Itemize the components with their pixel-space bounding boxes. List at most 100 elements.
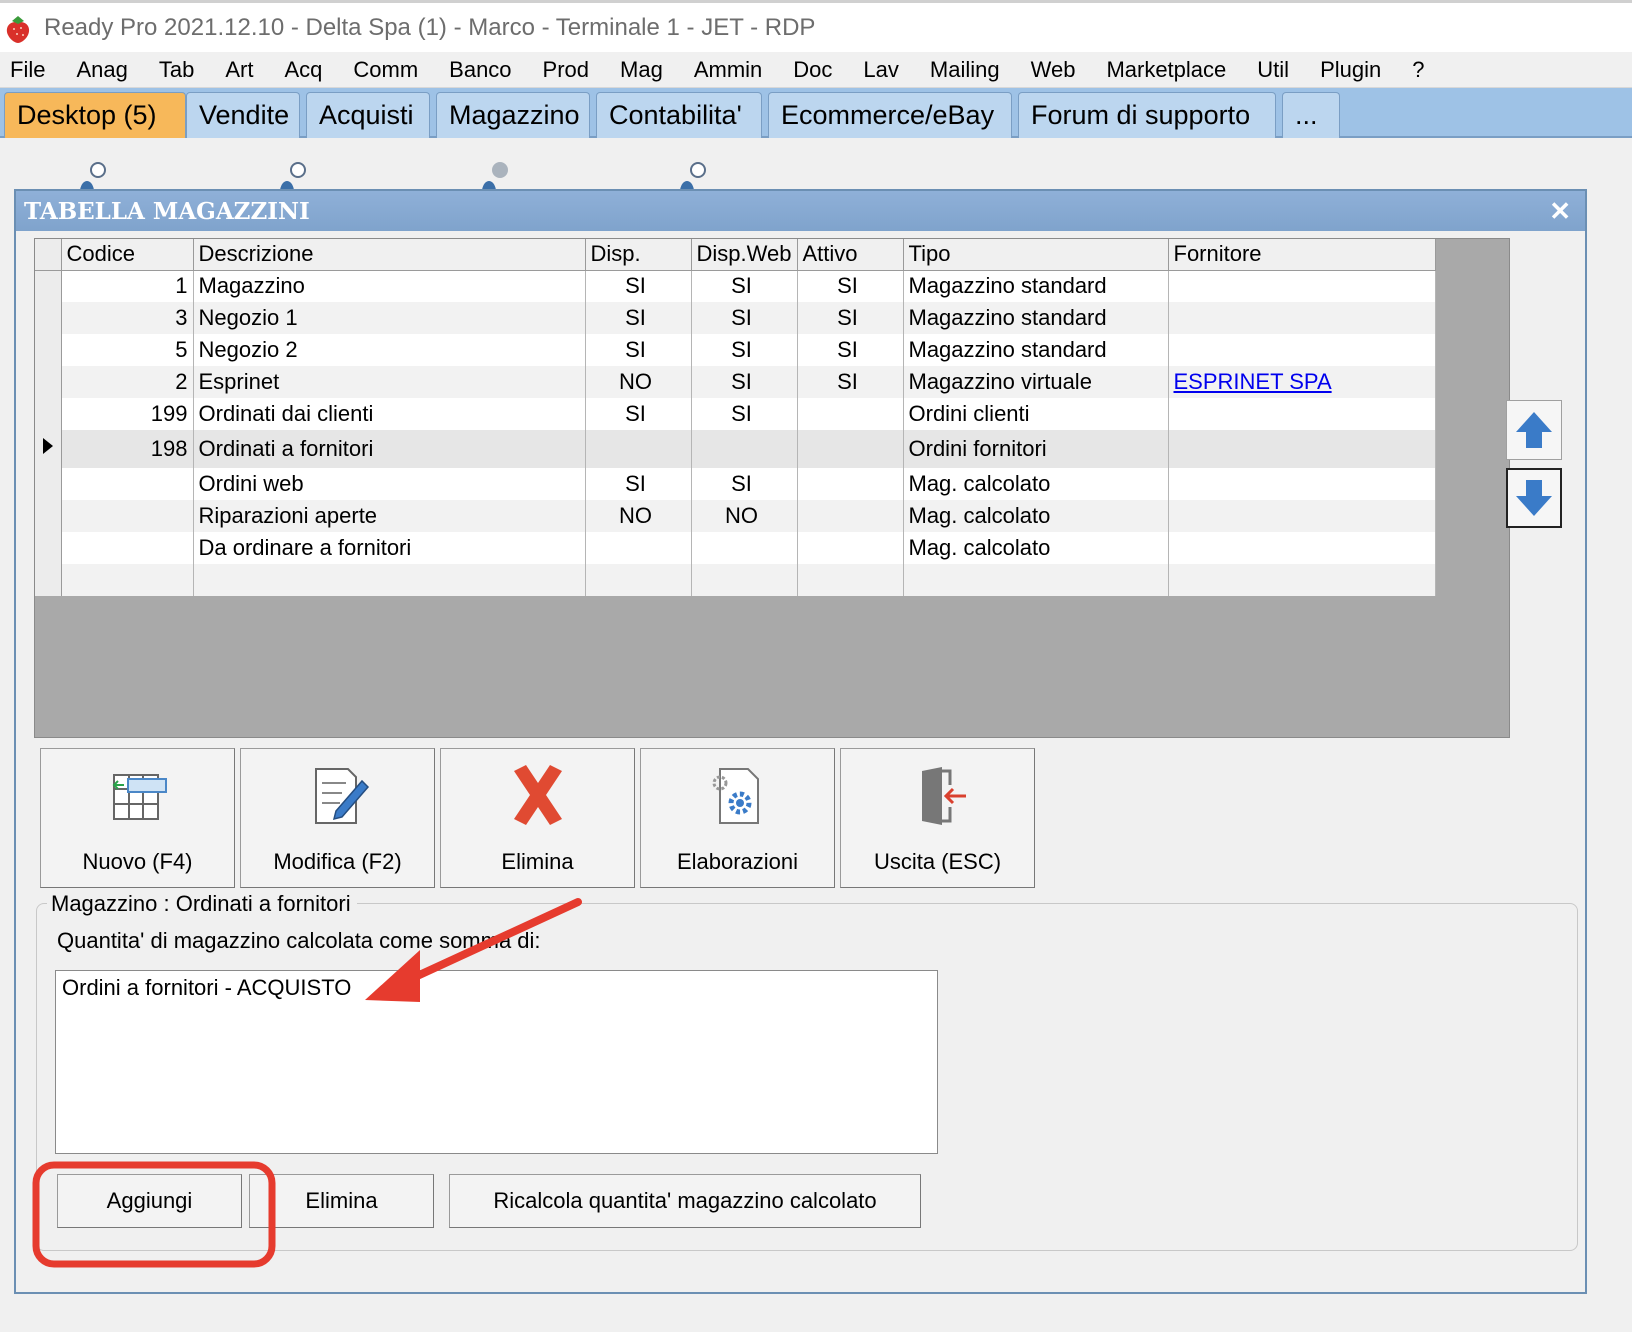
- cell-disp-web[interactable]: [691, 532, 798, 564]
- cell-disp-web[interactable]: SI: [691, 468, 798, 500]
- cell-attivo[interactable]: [797, 500, 904, 532]
- recalculate-button[interactable]: Ricalcola quantita' magazzino calcolato: [449, 1174, 921, 1228]
- cell-fornitore[interactable]: [1168, 500, 1436, 532]
- cell-descrizione[interactable]: Negozio 1: [193, 302, 586, 334]
- cell-fornitore[interactable]: [1168, 270, 1436, 302]
- cell-disp-web[interactable]: SI: [691, 334, 798, 366]
- cell-disp[interactable]: SI: [585, 398, 692, 430]
- remove-button[interactable]: Elimina: [249, 1174, 434, 1228]
- processing-button[interactable]: Elaborazioni: [640, 748, 835, 888]
- cell-disp[interactable]: [585, 430, 692, 468]
- menu-marketplace[interactable]: Marketplace: [1106, 57, 1226, 83]
- cell-tipo[interactable]: Mag. calcolato: [903, 468, 1169, 500]
- move-down-button[interactable]: [1506, 468, 1562, 528]
- supplier-link[interactable]: ESPRINET SPA: [1174, 369, 1332, 394]
- exit-button[interactable]: Uscita (ESC): [840, 748, 1035, 888]
- cell-descrizione[interactable]: Ordinati dai clienti: [193, 398, 586, 430]
- cell-attivo[interactable]: SI: [797, 302, 904, 334]
- cell-disp[interactable]: SI: [585, 334, 692, 366]
- row-indicator[interactable]: [35, 366, 62, 398]
- cell-empty[interactable]: [61, 564, 194, 596]
- cell-disp[interactable]: SI: [585, 270, 692, 302]
- column-header-codice[interactable]: Codice: [61, 239, 194, 271]
- cell-attivo[interactable]: [797, 532, 904, 564]
- user-icon[interactable]: [478, 160, 512, 190]
- table-row[interactable]: 1 Magazzino SI SI SI Magazzino standard: [35, 270, 1436, 302]
- delete-button[interactable]: Elimina: [440, 748, 635, 888]
- cell-disp-web[interactable]: SI: [691, 270, 798, 302]
- tab-more[interactable]: ...: [1282, 92, 1340, 138]
- cell-fornitore[interactable]: [1168, 398, 1436, 430]
- menu-art[interactable]: Art: [225, 57, 253, 83]
- cell-disp-web[interactable]: NO: [691, 500, 798, 532]
- tab-forum[interactable]: Forum di supporto: [1018, 92, 1276, 138]
- row-indicator[interactable]: [35, 334, 62, 366]
- menu-doc[interactable]: Doc: [793, 57, 832, 83]
- column-header-attivo[interactable]: Attivo: [797, 239, 904, 271]
- tab-vendite[interactable]: Vendite: [186, 92, 300, 138]
- cell-descrizione[interactable]: Negozio 2: [193, 334, 586, 366]
- row-indicator[interactable]: [35, 302, 62, 334]
- column-header-descrizione[interactable]: Descrizione: [193, 239, 586, 271]
- menu-util[interactable]: Util: [1257, 57, 1289, 83]
- cell-fornitore[interactable]: [1168, 334, 1436, 366]
- menu-lav[interactable]: Lav: [863, 57, 898, 83]
- cell-empty[interactable]: [193, 564, 586, 596]
- cell-attivo[interactable]: [797, 398, 904, 430]
- row-indicator-arrow-icon[interactable]: [35, 430, 62, 468]
- table-row[interactable]: 3 Negozio 1 SI SI SI Magazzino standard: [35, 302, 1436, 334]
- menu-web[interactable]: Web: [1031, 57, 1076, 83]
- list-item[interactable]: Ordini a fornitori - ACQUISTO: [62, 975, 931, 1001]
- row-indicator[interactable]: [35, 398, 62, 430]
- menu-acq[interactable]: Acq: [284, 57, 322, 83]
- menu-ammin[interactable]: Ammin: [694, 57, 762, 83]
- cell-disp[interactable]: SI: [585, 468, 692, 500]
- menu-file[interactable]: File: [10, 57, 45, 83]
- cell-attivo[interactable]: SI: [797, 366, 904, 398]
- cell-disp-web[interactable]: SI: [691, 366, 798, 398]
- table-row[interactable]: 5 Negozio 2 SI SI SI Magazzino standard: [35, 334, 1436, 366]
- add-button[interactable]: Aggiungi: [57, 1174, 242, 1228]
- cell-tipo[interactable]: Ordini fornitori: [903, 430, 1169, 468]
- cell-codice[interactable]: 1: [61, 270, 194, 302]
- row-indicator[interactable]: [35, 564, 62, 596]
- user-group-icon[interactable]: [78, 160, 112, 190]
- cell-tipo[interactable]: Mag. calcolato: [903, 532, 1169, 564]
- menu-prod[interactable]: Prod: [543, 57, 589, 83]
- table-row[interactable]: Da ordinare a fornitori Mag. calcolato: [35, 532, 1436, 564]
- row-indicator[interactable]: [35, 270, 62, 302]
- table-row[interactable]: 199 Ordinati dai clienti SI SI Ordini cl…: [35, 398, 1436, 430]
- menu-anag[interactable]: Anag: [76, 57, 127, 83]
- row-indicator[interactable]: [35, 468, 62, 500]
- cell-disp[interactable]: [585, 532, 692, 564]
- cell-attivo[interactable]: SI: [797, 270, 904, 302]
- cell-disp[interactable]: SI: [585, 302, 692, 334]
- tab-contabilita[interactable]: Contabilita': [596, 92, 762, 138]
- cell-tipo[interactable]: Mag. calcolato: [903, 500, 1169, 532]
- menu-tab[interactable]: Tab: [159, 57, 194, 83]
- column-header-tipo[interactable]: Tipo: [903, 239, 1169, 271]
- cell-attivo[interactable]: [797, 468, 904, 500]
- cell-empty[interactable]: [903, 564, 1169, 596]
- cell-codice[interactable]: 199: [61, 398, 194, 430]
- cell-disp-web[interactable]: [691, 430, 798, 468]
- edit-button[interactable]: Modifica (F2): [240, 748, 435, 888]
- cell-tipo[interactable]: Magazzino virtuale: [903, 366, 1169, 398]
- cell-descrizione[interactable]: Riparazioni aperte: [193, 500, 586, 532]
- cell-tipo[interactable]: Magazzino standard: [903, 334, 1169, 366]
- cell-codice[interactable]: [61, 468, 194, 500]
- sum-sources-list[interactable]: Ordini a fornitori - ACQUISTO: [55, 970, 938, 1154]
- cell-fornitore[interactable]: [1168, 468, 1436, 500]
- menu-mailing[interactable]: Mailing: [930, 57, 1000, 83]
- cell-empty[interactable]: [797, 564, 904, 596]
- cell-tipo[interactable]: Ordini clienti: [903, 398, 1169, 430]
- table-row-empty[interactable]: [35, 564, 1436, 596]
- close-icon[interactable]: ✕: [1549, 196, 1571, 227]
- cell-attivo[interactable]: [797, 430, 904, 468]
- cell-disp-web[interactable]: SI: [691, 302, 798, 334]
- column-header-disp-web[interactable]: Disp.Web: [691, 239, 798, 271]
- column-header-disp[interactable]: Disp.: [585, 239, 692, 271]
- user-group-icon[interactable]: [678, 160, 712, 190]
- cell-codice[interactable]: 2: [61, 366, 194, 398]
- cell-disp-web[interactable]: SI: [691, 398, 798, 430]
